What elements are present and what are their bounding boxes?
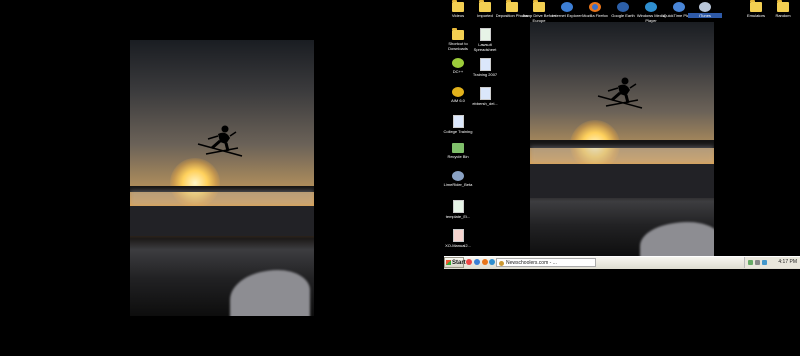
- valley-fog: [530, 146, 714, 164]
- folder-icon: [777, 0, 789, 12]
- icon-label: Recycle Bin: [447, 154, 469, 159]
- app-icon: [452, 171, 464, 181]
- itunes-icon: [699, 2, 711, 12]
- desktop-icon-xo-manual[interactable]: XO-Manual2...: [441, 229, 475, 248]
- wallpaper-photo-left: [130, 40, 314, 316]
- icon-label: LimeRider_Beta: [443, 182, 473, 187]
- desktop-wallpaper: [530, 22, 714, 258]
- tray-app-icon[interactable]: [762, 260, 767, 265]
- google-earth-icon: [617, 2, 629, 12]
- snow-mound: [640, 222, 714, 258]
- foreground-hill: [130, 206, 314, 236]
- start-label: Start: [452, 260, 466, 266]
- quicklaunch-firefox-icon[interactable]: [482, 259, 488, 265]
- icon-label: XO-Manual2...: [445, 243, 471, 248]
- foreground-hill: [530, 164, 714, 198]
- quicklaunch-media-icon[interactable]: [489, 259, 495, 265]
- pdf-icon: [452, 229, 464, 242]
- folder-icon: [452, 0, 464, 12]
- aim-icon: [452, 87, 464, 97]
- start-button[interactable]: Start: [444, 257, 466, 268]
- desktop-icon-itunes[interactable]: iTunes: [688, 2, 722, 18]
- icon-label: iTunes: [688, 13, 722, 18]
- system-tray: 4:17 PM: [744, 257, 800, 268]
- snow-mound: [230, 270, 310, 316]
- skier-silhouette: [597, 77, 643, 109]
- media-player-icon: [645, 2, 657, 12]
- folder-icon: [750, 0, 762, 12]
- internet-explorer-icon: [561, 2, 573, 12]
- icon-label: Random: [775, 13, 791, 18]
- tray-network-icon[interactable]: [748, 260, 753, 265]
- desktop-icon-limerider[interactable]: LimeRider_Beta: [441, 171, 475, 187]
- firefox-icon: [589, 2, 601, 12]
- document-icon: [479, 87, 491, 100]
- taskbar-window-button[interactable]: Newschoolers.com - ...: [496, 258, 596, 267]
- document-icon: [479, 58, 491, 71]
- icon-label: ebbersh_del...: [472, 101, 498, 106]
- desktop-icon-college-training[interactable]: College Training: [441, 115, 475, 134]
- desktop-icon-template[interactable]: template_Ei...: [441, 200, 475, 219]
- desktop-icon-random[interactable]: Random: [766, 0, 800, 18]
- icon-label: template_Ei...: [445, 214, 471, 219]
- quicklaunch-aim-icon[interactable]: [466, 259, 472, 265]
- folder-icon: [506, 0, 518, 12]
- desktop-icon-ebbersh[interactable]: ebbersh_del...: [468, 87, 502, 106]
- recycle-bin-icon: [452, 143, 464, 153]
- quicktime-icon: [673, 2, 685, 12]
- icon-label: Training 2007: [472, 72, 498, 77]
- spreadsheet-icon: [452, 200, 464, 213]
- folder-icon: [533, 0, 545, 12]
- desktop-icon-lawsuit-spreadsheet[interactable]: Lawsuit Spreadsheet: [468, 28, 502, 52]
- folder-icon: [452, 28, 464, 40]
- valley-fog: [130, 190, 314, 206]
- quicklaunch-ie-icon[interactable]: [474, 259, 480, 265]
- taskbar: Start Newschoolers.com - ... 4:17 PM: [444, 256, 800, 269]
- clock[interactable]: 4:17 PM: [778, 257, 797, 268]
- desktop-icon-recycle-bin[interactable]: Recycle Bin: [441, 143, 475, 159]
- skier-silhouette: [197, 125, 243, 157]
- icon-label: College Training: [443, 129, 473, 134]
- icon-label: Lawsuit Spreadsheet: [473, 42, 497, 52]
- tray-volume-icon[interactable]: [755, 260, 760, 265]
- spreadsheet-icon: [479, 28, 491, 41]
- folder-icon: [479, 0, 491, 12]
- document-icon: [452, 115, 464, 128]
- desktop-icon-training-2007[interactable]: Training 2007: [468, 58, 502, 77]
- taskbar-window-label: Newschoolers.com - ...: [506, 260, 557, 266]
- dcpp-icon: [452, 58, 464, 68]
